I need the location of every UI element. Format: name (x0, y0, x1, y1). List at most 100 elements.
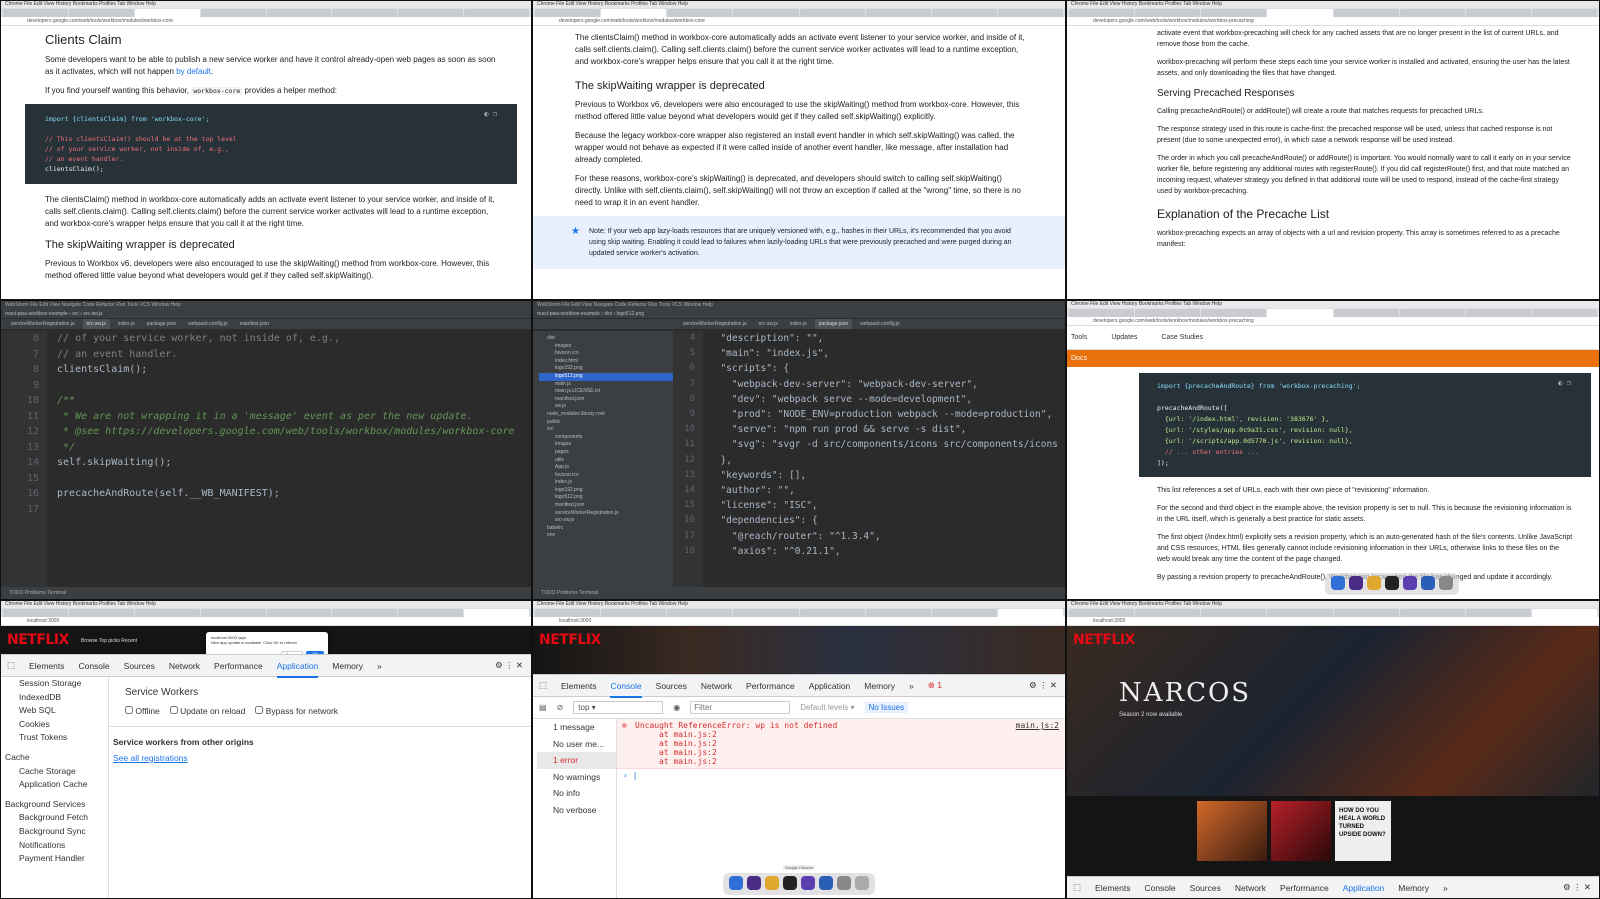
devtools-tabs[interactable]: ⬚ Elements Console Sources Network Perfo… (1067, 877, 1599, 898)
console-output[interactable]: ⊗ Uncaught ReferenceError: wp is not def… (617, 719, 1065, 898)
tree-item[interactable]: index.js (539, 479, 673, 487)
docs-banner[interactable]: Docs (1067, 350, 1599, 367)
poster[interactable] (1271, 801, 1331, 861)
tab-more[interactable]: » (1443, 883, 1448, 893)
tree-item[interactable]: src (539, 426, 673, 434)
sidebar-item-cache-storage[interactable]: Cache Storage (5, 765, 108, 779)
tab-sources[interactable]: Sources (656, 681, 687, 691)
devtools-tabs[interactable]: ⬚ Elements Console Sources Network Perfo… (1, 655, 531, 678)
tree-item[interactable]: logo512.png (539, 494, 673, 502)
code-editor[interactable]: 6 7 8 9 10 11 12 13 14 15 16 17 // of your service … (1, 331, 531, 587)
tree-item[interactable]: serviceWorkerRegistration.js (539, 510, 673, 518)
code-line[interactable]: clientsClaim(); (51, 362, 531, 378)
application-sidebar[interactable]: Session Storage IndexedDB Web SQL Cookie… (1, 677, 109, 898)
dock[interactable] (723, 873, 875, 895)
code-line[interactable] (51, 378, 531, 394)
editor-tab[interactable]: serviceWorkerRegistration.js (679, 319, 751, 329)
tab-console[interactable]: Console (1144, 883, 1175, 893)
browser-tabs[interactable] (533, 8, 1065, 17)
sidebar-item-indexeddb[interactable]: IndexedDB (5, 691, 108, 705)
netflix-logo[interactable]: NETFLIX (1073, 632, 1135, 648)
tab-memory[interactable]: Memory (864, 681, 895, 691)
tab-network[interactable]: Network (1235, 883, 1266, 893)
code-line[interactable]: * We are not wrapping it in a 'message' … (51, 409, 531, 425)
tab-console[interactable]: Console (610, 681, 642, 698)
sidebar-item-session-storage[interactable]: Session Storage (5, 677, 108, 691)
tree-item[interactable]: dist (539, 335, 673, 343)
tree-item[interactable]: manifest.json (539, 396, 673, 404)
code-line[interactable]: }, (709, 453, 1065, 468)
tree-item[interactable]: images (539, 441, 673, 449)
sidebar-toggle-icon[interactable]: ▤ (539, 703, 547, 712)
code-line[interactable]: /** (51, 393, 531, 409)
hero-banner[interactable]: NETFLIX NARCOS Season 2 now available (1067, 626, 1599, 796)
tab-sources[interactable]: Sources (1190, 883, 1221, 893)
error-count-badge[interactable]: ⊗ 1 (928, 680, 942, 691)
code-line[interactable]: "webpack-dev-server": "webpack-dev-serve… (709, 377, 1065, 392)
gear-icon[interactable]: ⚙ ⋮ ✕ (1563, 882, 1591, 893)
by-default-link[interactable]: by default (176, 67, 211, 76)
console-sidebar[interactable]: 1 message No user me... 1 error No warni… (533, 719, 617, 898)
browser-tabs[interactable] (533, 608, 1065, 617)
tree-item[interactable]: favicon.ico (539, 350, 673, 358)
browser-tabs[interactable] (1067, 8, 1599, 17)
copy-icon[interactable]: ◐ ❐ (1558, 378, 1571, 389)
tree-item[interactable]: logo192.png (539, 487, 673, 495)
code-lines[interactable]: "description": "", "main": "index.js", "… (709, 331, 1065, 587)
tree-item[interactable]: logo192.png (539, 365, 673, 373)
tab-application[interactable]: Application (276, 661, 319, 678)
sidebar-item-notifications[interactable]: Notifications (5, 839, 108, 853)
editor-tab[interactable]: package.json (143, 319, 180, 329)
tab-elements[interactable]: Elements (1095, 883, 1130, 893)
tab-performance[interactable]: Performance (1280, 883, 1329, 893)
browser-tabs[interactable] (1, 8, 531, 17)
tab-more[interactable]: » (377, 661, 382, 671)
clear-console-icon[interactable]: ⊘ (557, 703, 564, 712)
tree-item[interactable]: main.js (539, 381, 673, 389)
filter-user-messages[interactable]: No user me... (537, 736, 616, 753)
code-line[interactable]: "main": "index.js", (709, 346, 1065, 361)
address-bar[interactable]: developers.google.com/web/tools/workbox/… (1067, 17, 1599, 26)
code-line[interactable]: "keywords": [], (709, 468, 1065, 483)
browser-tabs[interactable] (1067, 308, 1599, 317)
tab-more[interactable]: » (909, 681, 914, 691)
ide-toolbar[interactable]: react-pwa-workbox-example › dist › logo5… (533, 309, 1065, 319)
code-line[interactable]: "svg": "svgr -d src/components/icons src… (709, 437, 1065, 452)
netflix-logo[interactable]: NETFLIX (539, 632, 601, 648)
code-line[interactable]: // of your service worker, not inside of… (51, 331, 531, 347)
editor-tab[interactable]: serviceWorkerRegistration.js (7, 319, 79, 329)
code-line[interactable]: "description": "", (709, 331, 1065, 346)
inspect-icon[interactable]: ⬚ (539, 680, 547, 691)
sidebar-item-cookies[interactable]: Cookies (5, 718, 108, 732)
sidebar-item-background-fetch[interactable]: Background Fetch (5, 811, 108, 825)
tab-elements[interactable]: Elements (561, 681, 596, 691)
tree-item[interactable]: App.js (539, 464, 673, 472)
code-line[interactable]: "license": "ISC", (709, 498, 1065, 513)
inspect-icon[interactable]: ⬚ (7, 660, 15, 671)
browser-tabs[interactable] (1067, 608, 1599, 617)
filter-verbose[interactable]: No verbose (537, 802, 616, 819)
tab-application[interactable]: Application (1342, 883, 1385, 898)
tab-elements[interactable]: Elements (29, 661, 64, 671)
dock[interactable] (1325, 573, 1459, 595)
gear-icon[interactable]: ⚙ ⋮ ✕ (495, 660, 523, 671)
editor-tab[interactable]: index.js (786, 319, 811, 329)
log-levels-dropdown[interactable]: Default levels ▾ (800, 703, 854, 712)
code-line[interactable]: // an event handler. (51, 347, 531, 363)
tree-item[interactable]: logo512.png (539, 372, 673, 381)
project-tree[interactable]: dist images favicon.ico index.html logo192.p… (533, 331, 673, 587)
see-all-registrations-link[interactable]: See all registrations (113, 753, 531, 763)
address-bar[interactable]: developers.google.com/web/tools/workbox/… (1, 17, 531, 26)
sidebar-item-payment-handler[interactable]: Payment Handler (5, 852, 108, 866)
netflix-logo[interactable]: NETFLIX (7, 632, 69, 648)
code-lines[interactable]: // of your service worker, not inside of… (51, 331, 531, 587)
code-line[interactable]: self.skipWaiting(); (51, 455, 531, 471)
editor-tab[interactable]: webpack.config.js (856, 319, 903, 329)
update-on-reload-checkbox[interactable]: Update on reload (169, 706, 245, 716)
code-line[interactable]: "axios": "^0.21.1", (709, 544, 1065, 559)
tab-sources[interactable]: Sources (124, 661, 155, 671)
tree-item[interactable]: index.html (539, 358, 673, 366)
address-bar[interactable]: localhost:3000 (1067, 617, 1599, 626)
tree-item[interactable]: main.js.LICENSE.txt (539, 388, 673, 396)
code-line[interactable] (51, 471, 531, 487)
